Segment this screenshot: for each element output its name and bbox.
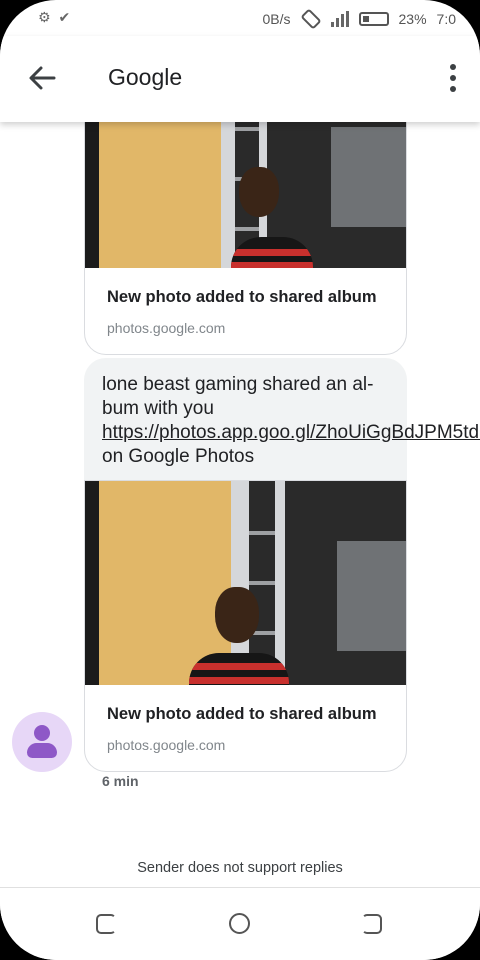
- app-bar: Google: [0, 36, 480, 122]
- system-nav-bar: [0, 888, 480, 960]
- message-bubble: lone beast gaming shared an al­bum with …: [84, 358, 480, 485]
- status-indicators: 0B/s 23% 7:0: [262, 9, 456, 29]
- person-icon: [34, 725, 50, 741]
- conversation-title: Google: [108, 64, 183, 90]
- home-icon[interactable]: [229, 913, 250, 934]
- card-domain: photos.google.com: [107, 320, 226, 336]
- network-speed: 0B/s: [262, 11, 291, 27]
- more-vert-icon[interactable]: [448, 64, 458, 92]
- rotate-icon: [301, 9, 320, 29]
- message-timestamp: 6 min: [102, 773, 139, 789]
- battery-percent: 23%: [398, 11, 427, 27]
- arrow-back-icon[interactable]: [26, 62, 58, 94]
- recent-apps-icon[interactable]: [96, 914, 116, 934]
- reply-disabled-note: Sender does not support replies: [137, 860, 343, 876]
- card-title: New photo added to shared album: [107, 705, 377, 723]
- link-preview-card[interactable]: New photo added to shared album photos.g…: [84, 480, 407, 772]
- card-domain: photos.google.com: [107, 737, 226, 753]
- phone-screen: ⚙ ✔ 0B/s 23% 7:0 Google New photo added …: [0, 0, 480, 960]
- sender-avatar[interactable]: [12, 712, 72, 772]
- back-nav-icon[interactable]: [362, 914, 382, 934]
- battery-icon: [358, 12, 389, 26]
- link-preview-card[interactable]: New photo added to shared album photos.g…: [84, 86, 407, 355]
- message-text: lone beast gaming shared an al­bum with …: [102, 374, 374, 419]
- message-link[interactable]: https://photos.app.goo.gl/ZhoUiGgBdJPM5t…: [102, 422, 480, 443]
- status-bar: ⚙ ✔ 0B/s 23% 7:0: [0, 0, 480, 36]
- signal-icon: [330, 11, 349, 27]
- message-text-end: on Google Photos: [102, 446, 255, 467]
- clock: 7:0: [436, 11, 456, 27]
- card-title: New photo added to shared album: [107, 288, 377, 306]
- notification-icons: ⚙ ✔: [38, 9, 73, 25]
- photo-thumbnail: [85, 481, 406, 685]
